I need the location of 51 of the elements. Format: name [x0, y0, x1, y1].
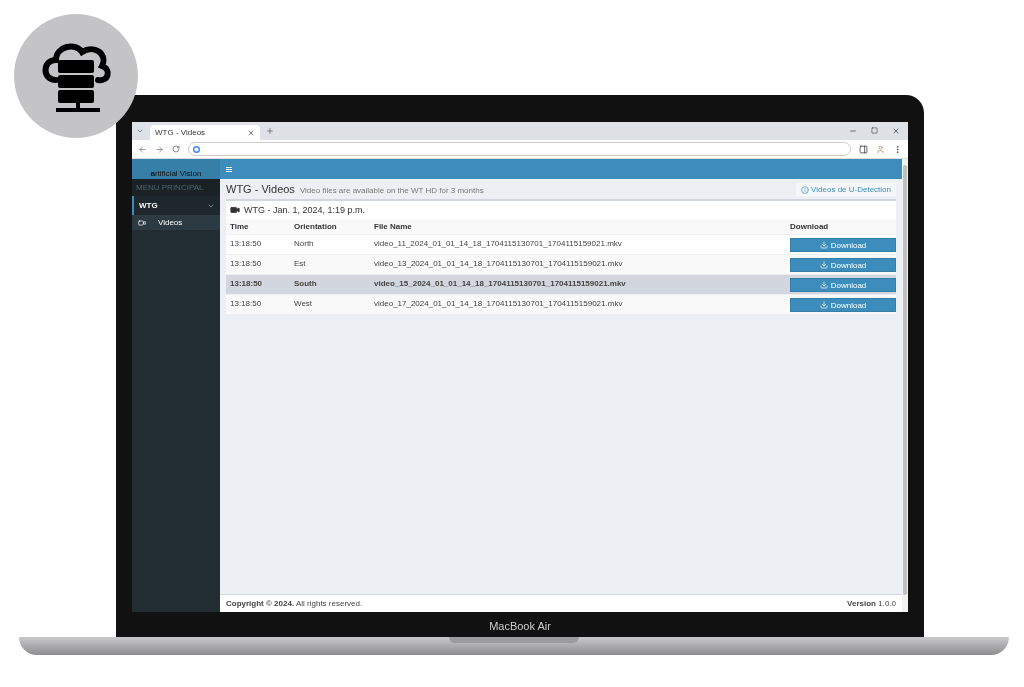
column-header: Download — [786, 219, 896, 234]
download-button[interactable]: Download — [790, 298, 896, 312]
g-logo-icon — [193, 145, 200, 153]
download-button[interactable]: Download — [790, 258, 896, 272]
logo: artificial Vision — [132, 159, 220, 179]
download-icon — [819, 301, 828, 309]
table-cell: video_17_2024_01_01_14_18_1704115130701_1704115159021.mkv — [370, 294, 786, 314]
side-panel-icon[interactable] — [859, 144, 868, 154]
detection-link[interactable]: Videos de U-Detection — [796, 183, 896, 196]
video-camera-icon — [230, 205, 240, 215]
download-icon — [819, 261, 828, 269]
copyright-text: Copyright © 2024. All rights reserved. — [226, 599, 363, 608]
browser-tab[interactable]: WTG - Videos — [150, 125, 260, 140]
maximize-icon[interactable] — [871, 127, 878, 134]
forward-icon[interactable] — [155, 144, 164, 154]
table-cell: video_13_2024_01_01_14_18_1704115130701_1704115159021.mkv — [370, 254, 786, 274]
close-icon[interactable] — [247, 128, 255, 137]
close-icon[interactable] — [892, 127, 900, 135]
download-button[interactable]: Download — [790, 278, 896, 292]
menu-item[interactable]: WTG — [132, 196, 220, 215]
column-header: Orientation — [290, 219, 370, 234]
column-header: File Name — [370, 219, 786, 234]
device-label: MacBook Air — [489, 619, 551, 634]
new-tab-icon[interactable] — [266, 127, 274, 135]
back-icon[interactable] — [138, 144, 147, 154]
table-cell: West — [290, 294, 370, 314]
download-button[interactable]: Download — [790, 238, 896, 252]
scrollbar-thumb[interactable] — [903, 165, 907, 595]
menu-heading: MENU PRINCIPAL — [132, 179, 220, 196]
table-cell: 13:18:50 — [226, 254, 290, 274]
table-cell: South — [290, 274, 370, 294]
page-title: WTG - Videos — [226, 183, 295, 195]
video-camera-icon — [138, 218, 146, 227]
more-icon[interactable] — [893, 144, 902, 154]
card-title: WTG - Jan. 1, 2024, 1:19 p.m. — [244, 205, 366, 215]
download-icon — [819, 281, 828, 289]
table-cell: 13:18:50 — [226, 274, 290, 294]
table-cell: 13:18:50 — [226, 294, 290, 314]
download-icon — [819, 241, 828, 249]
page-subtitle: Video files are available on the WT HD for 3 months — [299, 186, 484, 195]
table-cell: video_15_2024_01_01_14_18_1704115130701_1704115159021.mkv — [370, 274, 786, 294]
minimize-icon[interactable] — [849, 127, 857, 135]
reload-icon[interactable] — [172, 145, 180, 153]
menu-label: WTG — [139, 201, 158, 210]
info-icon — [801, 185, 810, 194]
avatar-icon[interactable] — [876, 144, 885, 154]
menu-icon[interactable] — [226, 166, 232, 172]
column-header: Time — [226, 219, 290, 234]
tab-list-icon[interactable] — [136, 127, 144, 135]
version-text: Version 1.0.0 — [847, 599, 896, 608]
table-cell: Est — [290, 254, 370, 274]
